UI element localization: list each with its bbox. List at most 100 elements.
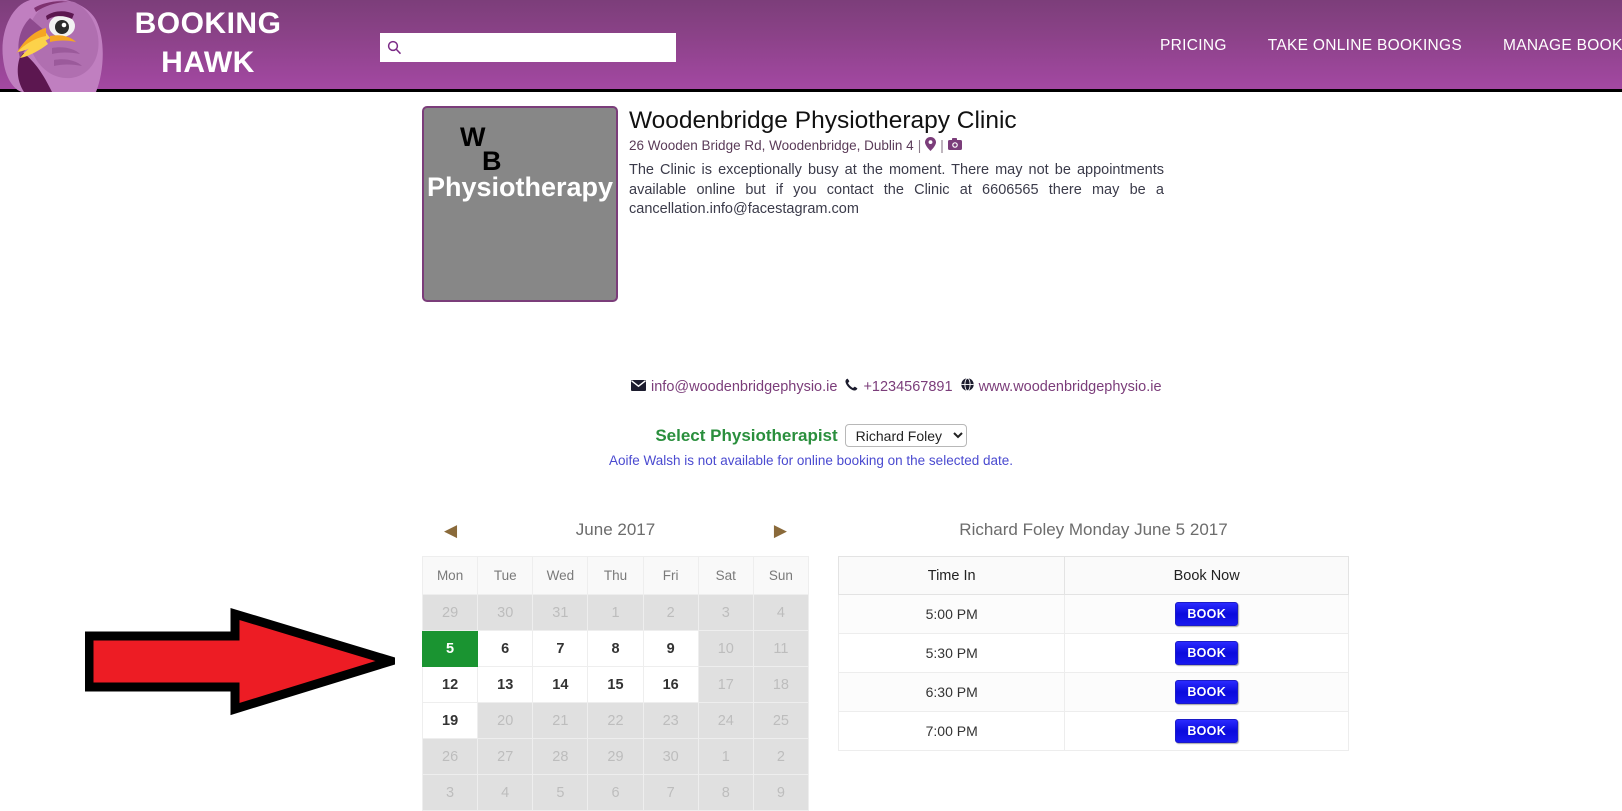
book-button[interactable]: BOOK <box>1175 641 1239 665</box>
clinic-email-link[interactable]: info@woodenbridgephysio.ie <box>631 379 837 395</box>
calendar-day-disabled: 7 <box>642 774 699 811</box>
address-separator-1: | <box>917 138 922 154</box>
calendar-day-disabled: 31 <box>532 594 589 631</box>
slot-book-cell: BOOK <box>1064 672 1349 712</box>
slot-row: 5:00 PM BOOK <box>837 594 1349 634</box>
calendar-week-row: 12 13 14 15 16 17 18 <box>421 666 810 703</box>
slots-table: Time In Book Now 5:00 PM BOOK 5:30 PM BOOK 6… <box>837 556 1349 751</box>
clinic-header: W B Physiotherapy Woodenbridge Physiothe… <box>422 106 1164 302</box>
calendar-month-title: June 2017 <box>575 520 656 539</box>
calendar-day[interactable]: 12 <box>421 666 479 703</box>
clinic-website-link[interactable]: www.woodenbridgephysio.ie <box>960 377 1162 395</box>
clinic-website-text: www.woodenbridgephysio.ie <box>978 378 1162 395</box>
book-button[interactable]: BOOK <box>1175 602 1239 626</box>
calendar-day-disabled: 20 <box>477 702 534 739</box>
calendar-day[interactable]: 8 <box>587 630 644 667</box>
calendar-day-disabled: 22 <box>587 702 644 739</box>
calendar-weekday: Sat <box>697 556 754 595</box>
calendar-week-row: 19 20 21 22 23 24 25 <box>421 702 810 739</box>
slots-title: Richard Foley Monday June 5 2017 <box>959 520 1228 539</box>
calendar-header: ◀ June 2017 ▶ <box>422 504 809 556</box>
slot-time: 7:00 PM <box>837 711 1066 751</box>
envelope-icon <box>631 379 646 395</box>
calendar-day-disabled: 24 <box>697 702 754 739</box>
calendar-day-disabled: 21 <box>532 702 589 739</box>
brand-title: BOOKING HAWK <box>118 4 298 82</box>
calendar-day-disabled: 5 <box>532 774 589 811</box>
camera-icon[interactable] <box>947 138 962 153</box>
slots-header-row: Time In Book Now <box>837 556 1349 595</box>
calendar-day-disabled: 1 <box>587 594 644 631</box>
calendar-day-disabled: 6 <box>587 774 644 811</box>
clinic-logo: W B Physiotherapy <box>422 106 618 302</box>
calendar-day-disabled: 18 <box>752 666 810 703</box>
nav-item-manage-bookings[interactable]: MANAGE BOOKI <box>1503 37 1622 55</box>
triangle-left-icon[interactable]: ◀ <box>444 522 457 539</box>
calendar-day[interactable]: 15 <box>587 666 644 703</box>
calendar-table: Mon Tue Wed Thu Fri Sat Sun 29 30 31 1 2 3 4 5 6… <box>421 556 810 811</box>
search-input[interactable] <box>402 34 676 61</box>
calendar-week-row: 29 30 31 1 2 3 4 <box>421 594 810 631</box>
phone-icon <box>845 378 858 395</box>
calendar-week-row: 5 6 7 8 9 10 11 <box>421 630 810 667</box>
booking-slots-panel: Richard Foley Monday June 5 2017 Time In… <box>837 504 1349 751</box>
brand-line-1: BOOKING <box>134 7 282 40</box>
slots-body: 5:00 PM BOOK 5:30 PM BOOK 6:30 PM BOOK 7:00 PM… <box>837 594 1349 751</box>
calendar-body: 29 30 31 1 2 3 4 5 6 7 8 9 10 11 12 13 14 15 16 17 18 19 20 21 2… <box>421 594 810 811</box>
calendar-day[interactable]: 7 <box>532 630 589 667</box>
calendar-weekday: Fri <box>642 556 699 595</box>
book-button[interactable]: BOOK <box>1175 719 1239 743</box>
calendar-day[interactable]: 14 <box>532 666 589 703</box>
physiotherapist-select[interactable]: Richard Foley Aoife Walsh <box>844 424 967 447</box>
slots-column-book-now: Book Now <box>1064 556 1349 595</box>
clinic-name: Woodenbridge Physiotherapy Clinic <box>629 107 1017 134</box>
calendar-day[interactable]: 19 <box>421 702 479 739</box>
calendar-weekday: Tue <box>477 556 534 595</box>
brand-logo-block[interactable]: BOOKING HAWK <box>0 0 300 92</box>
calendar-day-disabled: 17 <box>697 666 754 703</box>
calendar-day[interactable]: 9 <box>642 630 699 667</box>
calendar-day[interactable]: 13 <box>477 666 534 703</box>
calendar-day-disabled: 8 <box>697 774 754 811</box>
clinic-description: The Clinic is exceptionally busy at the … <box>629 162 1164 218</box>
slot-row: 5:30 PM BOOK <box>837 633 1349 673</box>
calendar-weekday: Sun <box>752 556 810 595</box>
slot-time: 5:00 PM <box>837 594 1066 634</box>
calendar-weekday: Mon <box>421 556 479 595</box>
slot-book-cell: BOOK <box>1064 711 1349 751</box>
availability-notice: Aoife Walsh is not available for online … <box>608 453 1013 468</box>
calendar-day-disabled: 29 <box>421 594 479 631</box>
search-box[interactable] <box>380 33 676 62</box>
calendar-day-disabled: 4 <box>477 774 534 811</box>
nav-item-take-online-bookings[interactable]: TAKE ONLINE BOOKINGS <box>1268 37 1462 55</box>
slot-row: 6:30 PM BOOK <box>837 672 1349 712</box>
red-arrow-annotation <box>85 607 395 716</box>
clinic-contact-row: info@woodenbridgephysio.ie +1234567891 w… <box>631 377 1162 395</box>
hawk-logo-icon <box>2 0 103 92</box>
calendar-widget: ◀ June 2017 ▶ Mon Tue Wed Thu Fri Sat Su… <box>421 504 810 811</box>
calendar-day-disabled: 3 <box>421 774 479 811</box>
calendar-day-disabled: 11 <box>752 630 810 667</box>
main-navigation: PRICING TAKE ONLINE BOOKINGS MANAGE BOOK… <box>1160 0 1622 92</box>
slots-column-time-in: Time In <box>837 556 1066 595</box>
calendar-day[interactable]: 6 <box>477 630 534 667</box>
map-pin-icon[interactable] <box>925 137 937 154</box>
calendar-day-selected[interactable]: 5 <box>421 630 479 667</box>
globe-icon <box>960 377 974 395</box>
clinic-phone-link[interactable]: +1234567891 <box>845 378 953 395</box>
slot-row: 7:00 PM BOOK <box>837 711 1349 751</box>
calendar-day-disabled: 9 <box>752 774 810 811</box>
nav-item-pricing[interactable]: PRICING <box>1160 37 1227 55</box>
clinic-address-row: 26 Wooden Bridge Rd, Woodenbridge, Dubli… <box>629 137 1164 154</box>
book-button[interactable]: BOOK <box>1175 680 1239 704</box>
slot-book-cell: BOOK <box>1064 633 1349 673</box>
clinic-info: Woodenbridge Physiotherapy Clinic 26 Woo… <box>629 106 1164 302</box>
triangle-right-icon[interactable]: ▶ <box>774 522 787 539</box>
search-icon <box>387 40 402 55</box>
slot-book-cell: BOOK <box>1064 594 1349 634</box>
site-header: BOOKING HAWK PRICING TAKE ONLINE BOOKING… <box>0 0 1622 92</box>
calendar-day[interactable]: 16 <box>642 666 699 703</box>
brand-line-2: HAWK <box>161 46 255 79</box>
clinic-logo-word: Physiotherapy <box>426 172 614 202</box>
calendar-day-disabled: 30 <box>477 594 534 631</box>
